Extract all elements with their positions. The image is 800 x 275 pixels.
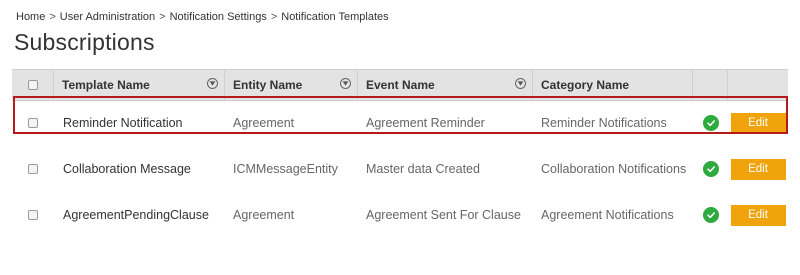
row-select-cell [12,164,54,174]
category-name-cell: Agreement Notifications [541,208,674,222]
actions-cell: Edit [728,204,788,226]
header-actions [728,70,788,100]
table-row[interactable]: Reminder Notification Agreement Agreemen… [12,101,788,145]
edit-button[interactable]: Edit [730,204,786,226]
table-row[interactable]: AgreementPendingClause Agreement Agreeme… [12,193,788,237]
select-all-checkbox[interactable] [27,80,38,90]
header-template-name[interactable]: Template Name [54,70,225,100]
page-title: Subscriptions [14,29,155,55]
check-circle-icon [702,207,719,223]
status-cell [693,115,728,131]
template-name-cell: AgreementPendingClause [63,208,209,222]
breadcrumb-separator: > [159,11,166,23]
filter-icon[interactable] [207,78,218,89]
header-category-name-label: Category Name [541,78,630,92]
entity-name-cell: ICMMessageEntity [233,162,338,176]
template-name-cell: Collaboration Message [63,162,191,176]
subscriptions-table: Template Name Entity Name Event Name Cat… [12,69,788,237]
header-template-name-label: Template Name [62,78,150,92]
breadcrumb-notification-templates[interactable]: Notification Templates [281,11,388,23]
actions-cell: Edit [728,158,788,180]
breadcrumb-home[interactable]: Home [16,11,45,23]
status-cell [693,207,728,223]
status-cell [693,161,728,177]
header-category-name[interactable]: Category Name [533,70,693,100]
header-select-all [12,70,54,100]
table-row[interactable]: Collaboration Message ICMMessageEntity M… [12,147,788,191]
breadcrumb-user-administration[interactable]: User Administration [60,11,155,23]
breadcrumb-separator: > [49,11,56,23]
header-event-name-label: Event Name [366,78,435,92]
edit-button[interactable]: Edit [730,158,786,180]
header-status [693,70,728,100]
category-name-cell: Reminder Notifications [541,116,667,130]
row-select-cell [12,210,54,220]
filter-icon[interactable] [340,78,351,89]
category-name-cell: Collaboration Notifications [541,162,687,176]
table-header: Template Name Entity Name Event Name Cat… [12,69,788,101]
filter-icon[interactable] [515,78,526,89]
event-name-cell: Master data Created [366,162,480,176]
row-select-cell [12,118,54,128]
event-name-cell: Agreement Sent For Clause [366,208,521,222]
entity-name-cell: Agreement [233,116,295,130]
actions-cell: Edit [728,112,788,134]
event-name-cell: Agreement Reminder [366,116,485,130]
check-circle-icon [702,161,719,177]
edit-button[interactable]: Edit [730,112,786,134]
header-event-name[interactable]: Event Name [358,70,533,100]
breadcrumb-separator: > [270,11,278,23]
template-name-cell: Reminder Notification [63,116,183,130]
header-entity-name-label: Entity Name [233,78,303,92]
row-checkbox[interactable] [28,210,38,220]
breadcrumb-notification-settings[interactable]: Notification Settings [170,11,267,23]
check-circle-icon [702,115,719,131]
breadcrumb: Home > User Administration > Notificatio… [16,11,389,23]
header-entity-name[interactable]: Entity Name [225,70,358,100]
entity-name-cell: Agreement [233,208,295,222]
row-checkbox[interactable] [28,118,38,128]
row-checkbox[interactable] [28,164,38,174]
